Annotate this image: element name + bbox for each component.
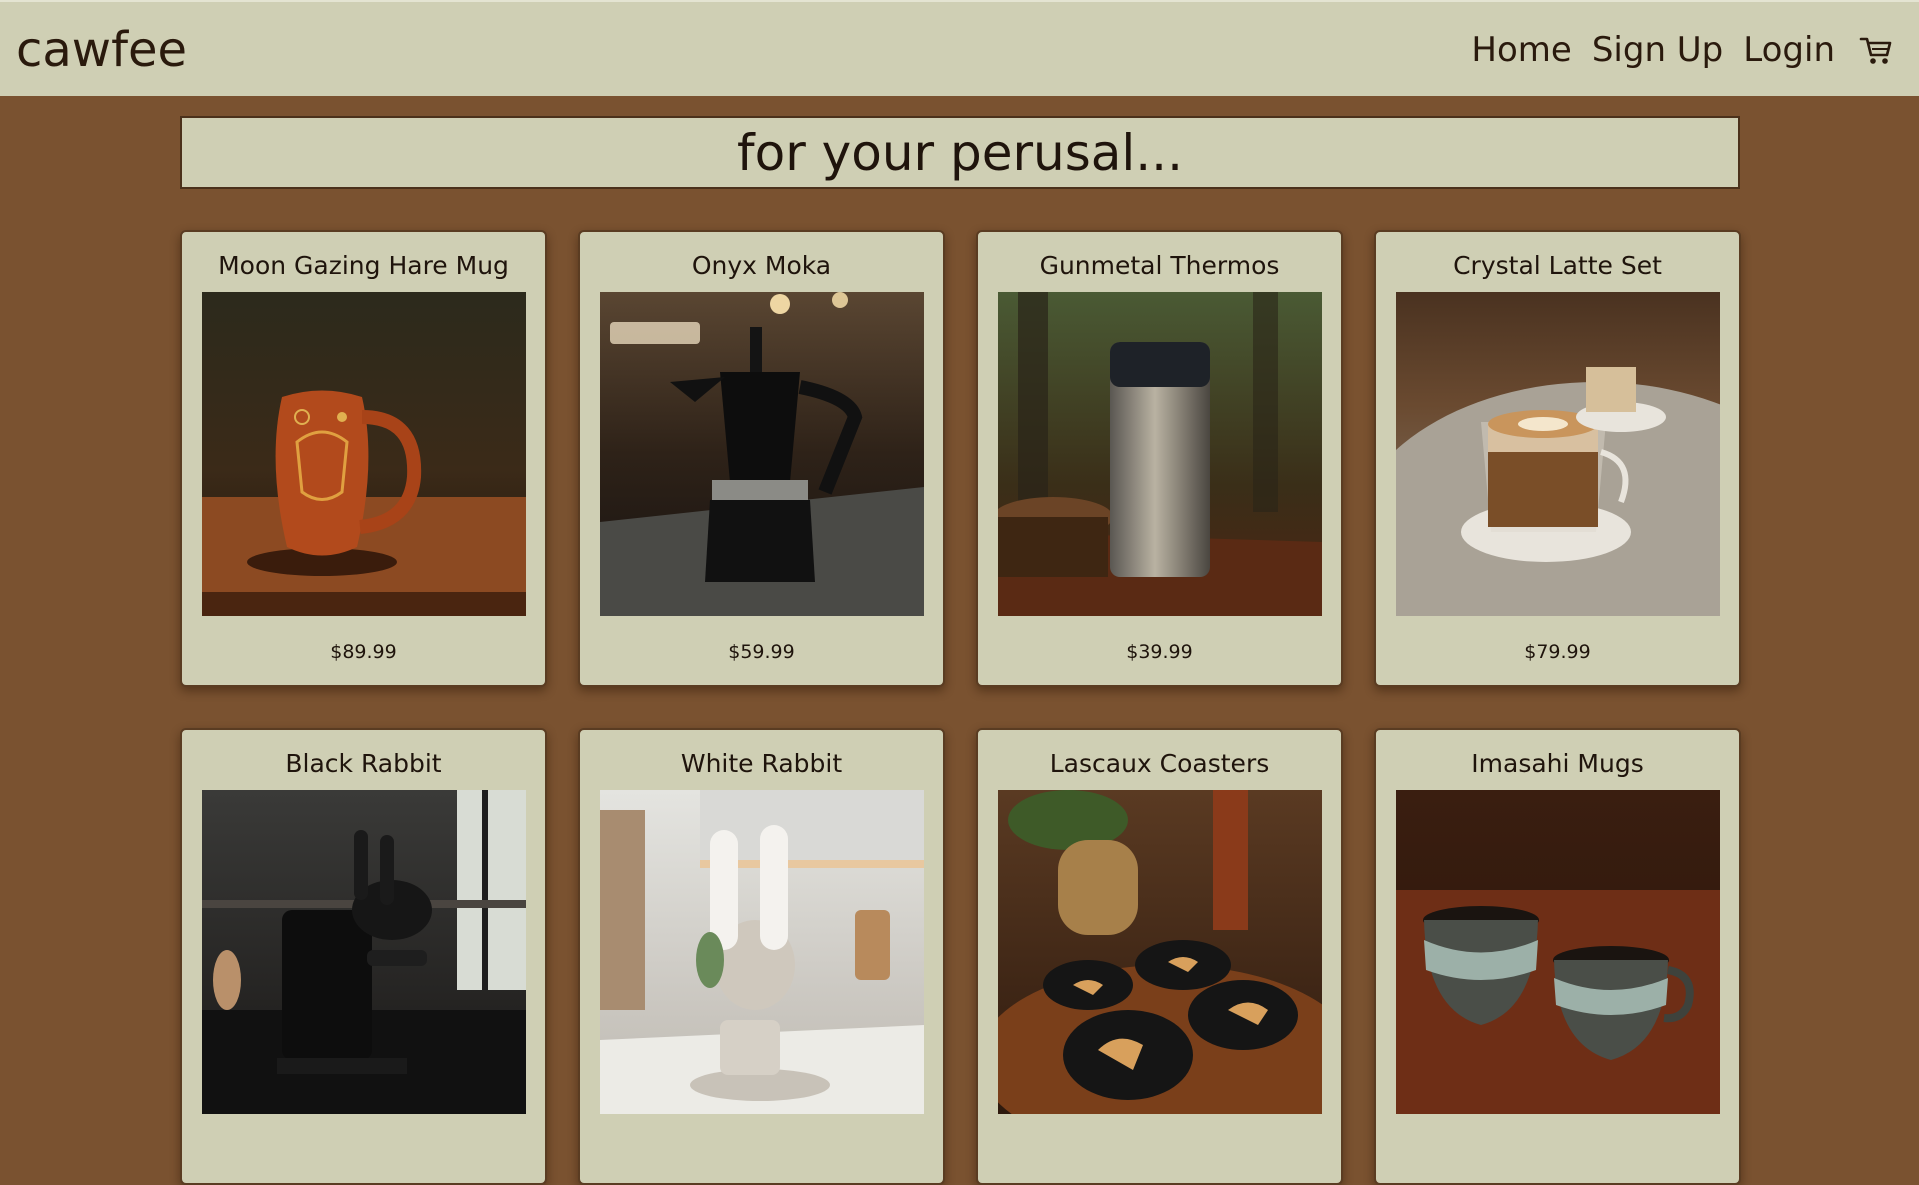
cart-icon[interactable] <box>1859 33 1893 67</box>
product-image-lascaux-coasters[interactable] <box>998 790 1322 1114</box>
product-name: Crystal Latte Set <box>1453 251 1662 280</box>
product-image-gunmetal-thermos[interactable] <box>998 292 1322 616</box>
product-price: $59.99 <box>728 641 795 663</box>
product-card[interactable]: Lascaux Coasters <box>976 728 1343 1185</box>
product-image-black-rabbit[interactable] <box>202 790 526 1114</box>
nav-links: Home Sign Up Login <box>1471 28 1893 72</box>
nav-login-link[interactable]: Login <box>1743 28 1835 72</box>
product-image-onyx-moka[interactable] <box>600 292 924 616</box>
product-name: White Rabbit <box>680 749 843 778</box>
product-name: Gunmetal Thermos <box>1039 251 1280 280</box>
product-name: Lascaux Coasters <box>1049 749 1270 778</box>
product-card[interactable]: White Rabbit <box>578 728 945 1185</box>
product-name: Moon Gazing Hare Mug <box>218 251 509 280</box>
nav-signup-link[interactable]: Sign Up <box>1592 28 1723 72</box>
navbar: cawfee Home Sign Up Login <box>0 0 1919 96</box>
product-image-moon-gazing-hare-mug[interactable] <box>202 292 526 616</box>
product-name: Onyx Moka <box>691 251 832 280</box>
product-card[interactable]: Black Rabbit <box>180 728 547 1185</box>
product-card[interactable]: Onyx Moka $59.99 <box>578 230 945 687</box>
brand-logo[interactable]: cawfee <box>16 22 187 78</box>
product-card[interactable]: Crystal Latte Set $79.99 <box>1374 230 1741 687</box>
product-name: Black Rabbit <box>285 749 442 778</box>
product-image-crystal-latte-set[interactable] <box>1396 292 1720 616</box>
product-price: $39.99 <box>1126 641 1193 663</box>
nav-home-link[interactable]: Home <box>1471 28 1571 72</box>
product-image-imasahi-mugs[interactable] <box>1396 790 1720 1114</box>
page-heading: for your perusal... <box>180 116 1740 189</box>
product-image-white-rabbit[interactable] <box>600 790 924 1114</box>
product-name: Imasahi Mugs <box>1471 749 1644 778</box>
product-card[interactable]: Moon Gazing Hare Mug $89.99 <box>180 230 547 687</box>
product-card[interactable]: Gunmetal Thermos $39.99 <box>976 230 1343 687</box>
product-price: $79.99 <box>1524 641 1591 663</box>
product-card[interactable]: Imasahi Mugs <box>1374 728 1741 1185</box>
product-price: $89.99 <box>330 641 397 663</box>
